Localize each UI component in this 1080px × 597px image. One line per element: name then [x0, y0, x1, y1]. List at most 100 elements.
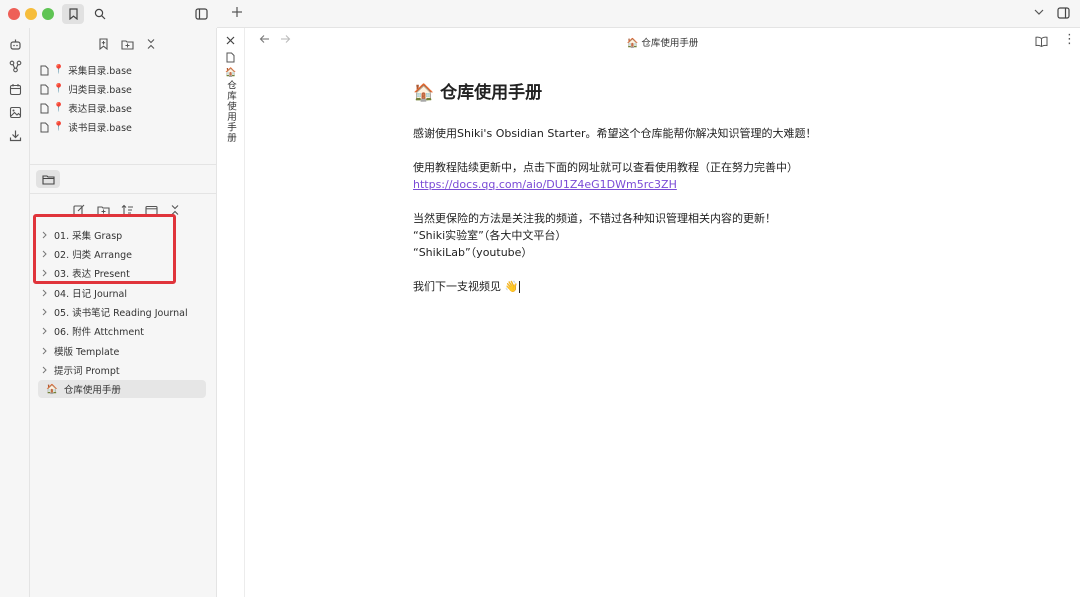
left-ribbon — [0, 0, 30, 597]
chevron-right-icon — [40, 231, 48, 239]
new-tab-button[interactable] — [231, 6, 243, 18]
tab-list-button[interactable] — [1034, 9, 1044, 16]
bot-icon[interactable] — [7, 36, 23, 52]
chevron-down-icon — [1034, 9, 1044, 15]
sidebar-divider — [30, 193, 217, 194]
file-icon — [40, 84, 49, 94]
files-view-tab[interactable] — [36, 170, 60, 188]
document-heading: 🏠 仓库使用手册 — [413, 78, 833, 103]
pin-icon: 📍 — [53, 84, 65, 94]
plus-icon — [232, 7, 242, 17]
folder-item[interactable]: 05. 读书笔记 Reading Journal — [40, 303, 208, 321]
bookmarks-toolbar — [94, 35, 160, 53]
search-icon — [94, 8, 106, 20]
reading-view-button[interactable] — [1035, 36, 1048, 47]
left-sidebar: 📍 采集目录.base 📍 归类目录.base 📍 表达目录.base 📍 读书… — [30, 28, 217, 597]
close-window-button[interactable] — [8, 8, 20, 20]
folder-label: 01. 采集 Grasp — [54, 231, 123, 242]
house-icon: 🏠 — [46, 383, 58, 395]
collapse-bookmarks-button[interactable] — [142, 35, 160, 53]
bookmarks-view-button[interactable] — [62, 4, 84, 24]
folder-label: 04. 日记 Journal — [54, 289, 128, 300]
file-explorer-toolbar — [70, 201, 184, 219]
view-title-text: 仓库使用手册 — [641, 38, 699, 49]
auto-reveal-button[interactable] — [142, 201, 160, 219]
chevron-right-icon — [40, 327, 48, 335]
folder-plus-icon — [120, 39, 134, 50]
new-folder-button[interactable] — [94, 201, 112, 219]
graph-icon[interactable] — [7, 58, 23, 74]
more-options-button[interactable]: ⋮ — [1063, 32, 1076, 47]
pin-icon: 📍 — [53, 103, 65, 113]
tutorial-link[interactable]: https://docs.qq.com/aio/DU1Z4eG1DWm5rc3Z… — [413, 178, 677, 191]
collapse-icon — [147, 39, 155, 49]
chevron-right-icon — [40, 366, 48, 374]
folder-item[interactable]: 03. 表达 Present — [40, 264, 208, 282]
chevron-right-icon — [40, 250, 48, 258]
folder-label: 03. 表达 Present — [54, 269, 130, 280]
editor-pane: 🏠 仓库使用手册 ⋮ 🏠 仓库使用手册 感谢使用Shiki's Obsidian… — [245, 28, 1080, 597]
download-icon[interactable] — [7, 127, 23, 143]
book-open-icon — [1035, 36, 1048, 47]
pin-icon: 📍 — [53, 65, 65, 75]
sidebar-divider — [30, 164, 217, 165]
folder-item[interactable]: 06. 附件 Attchment — [40, 322, 208, 340]
toggle-right-sidebar-button[interactable] — [1057, 7, 1070, 19]
collapse-all-button[interactable] — [166, 201, 184, 219]
folder-label: 模版 Template — [54, 347, 120, 358]
collapse-icon — [171, 205, 179, 215]
sort-button[interactable] — [118, 201, 136, 219]
new-note-button[interactable] — [70, 201, 88, 219]
bookmark-label: 归类目录.base — [68, 85, 132, 96]
bookmark-label: 读书目录.base — [68, 123, 132, 134]
search-button[interactable] — [89, 4, 111, 24]
image-icon[interactable] — [7, 104, 23, 120]
chevron-right-icon — [40, 269, 48, 277]
paragraph-thanks: 感谢使用Shiki's Obsidian Starter。希望这个仓库能帮你解决… — [413, 127, 817, 140]
paragraph-channel-yt: “ShikiLab”（youtube） — [413, 246, 533, 259]
file-icon — [40, 65, 49, 75]
folder-item[interactable]: 04. 日记 Journal — [40, 284, 208, 302]
folder-item[interactable]: 模版 Template — [40, 342, 208, 360]
add-bookmark-button[interactable] — [94, 35, 112, 53]
bookmark-label: 表达目录.base — [68, 104, 132, 115]
close-tab-button[interactable] — [226, 36, 235, 45]
folder-item[interactable]: 02. 归类 Arrange — [40, 245, 208, 263]
wave-icon: 👋 — [504, 280, 519, 293]
bookmark-item[interactable]: 📍 采集目录.base — [40, 61, 132, 79]
sort-icon — [121, 204, 133, 215]
folder-label: 提示词 Prompt — [54, 366, 120, 377]
folder-item[interactable]: 提示词 Prompt — [40, 361, 208, 379]
new-bookmark-group-button[interactable] — [118, 35, 136, 53]
stacked-tab[interactable]: 🏠 仓库使用手册 — [217, 28, 245, 597]
bookmark-item[interactable]: 📍 读书目录.base — [40, 118, 132, 136]
zoom-window-button[interactable] — [42, 8, 54, 20]
window-icon — [144, 205, 158, 215]
house-icon: 🏠 — [413, 83, 435, 103]
calendar-icon[interactable] — [7, 81, 23, 97]
folder-label: 05. 读书笔记 Reading Journal — [54, 308, 188, 319]
file-icon — [40, 103, 49, 113]
heading-text: 仓库使用手册 — [440, 83, 543, 103]
view-header-title[interactable]: 🏠 仓库使用手册 — [245, 35, 1080, 49]
paragraph-tutorial: 使用教程陆续更新中，点击下面的网址就可以查看使用教程（正在努力完善中） — [413, 161, 798, 174]
paragraph-goodbye: 我们下一支视频见 👋 — [413, 278, 833, 295]
file-label: 仓库使用手册 — [63, 385, 121, 396]
bookmark-item[interactable]: 📍 归类目录.base — [40, 80, 132, 98]
bookmark-label: 采集目录.base — [68, 66, 132, 77]
file-icon — [40, 122, 49, 132]
file-item-active[interactable]: 🏠 仓库使用手册 — [38, 380, 206, 398]
folder-item[interactable]: 01. 采集 Grasp — [40, 226, 208, 244]
toggle-sidebar-button[interactable] — [190, 4, 212, 24]
document-body[interactable]: 🏠 仓库使用手册 感谢使用Shiki's Obsidian Starter。希望… — [413, 78, 833, 295]
stacked-tab-title: 仓库使用手册 — [225, 80, 236, 143]
folder-label: 06. 附件 Attchment — [54, 327, 145, 338]
sidebar-right-icon — [1057, 7, 1070, 19]
bookmark-item[interactable]: 📍 表达目录.base — [40, 99, 132, 117]
goodbye-text: 我们下一支视频见 — [413, 280, 501, 293]
minimize-window-button[interactable] — [25, 8, 37, 20]
chevron-right-icon — [40, 289, 48, 297]
house-icon: 🏠 — [225, 68, 237, 78]
more-icon: ⋮ — [1063, 32, 1076, 47]
house-icon: 🏠 — [626, 38, 639, 49]
